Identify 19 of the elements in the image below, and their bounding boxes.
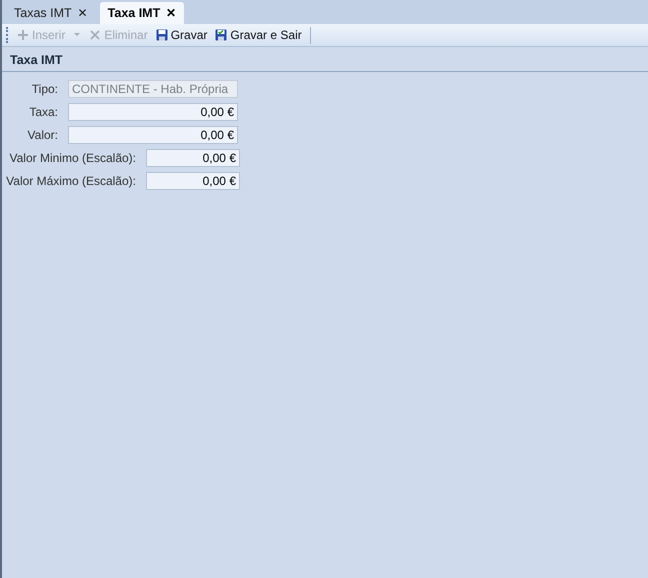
close-icon[interactable]: ✕ [78, 4, 88, 22]
input-field[interactable]: 0,00 € [68, 103, 238, 121]
section-title: Taxa IMT [2, 49, 648, 72]
tab[interactable]: Taxas IMT ✕ [6, 2, 96, 24]
field-label: Tipo: [30, 81, 58, 98]
field-label: Taxa: [28, 104, 58, 121]
plus-icon [17, 29, 29, 41]
field-label: Valor: [26, 127, 58, 144]
field-label: Valor Máximo (Escalão): [5, 173, 136, 190]
input-field[interactable]: 0,00 € [146, 149, 240, 167]
toolbar-button[interactable]: Gravar e Sair [212, 26, 305, 44]
close-icon [89, 29, 102, 41]
input-field[interactable]: 0,00 € [146, 172, 240, 190]
input-field[interactable]: 0,00 € [68, 126, 238, 144]
tab[interactable]: Taxa IMT ✕ [100, 2, 184, 24]
toolbar-button[interactable]: Gravar [152, 26, 210, 44]
floppy-disk-check-icon [215, 29, 228, 41]
field-label: Valor Minimo (Escalão): [8, 150, 136, 167]
close-icon[interactable]: ✕ [166, 4, 176, 22]
